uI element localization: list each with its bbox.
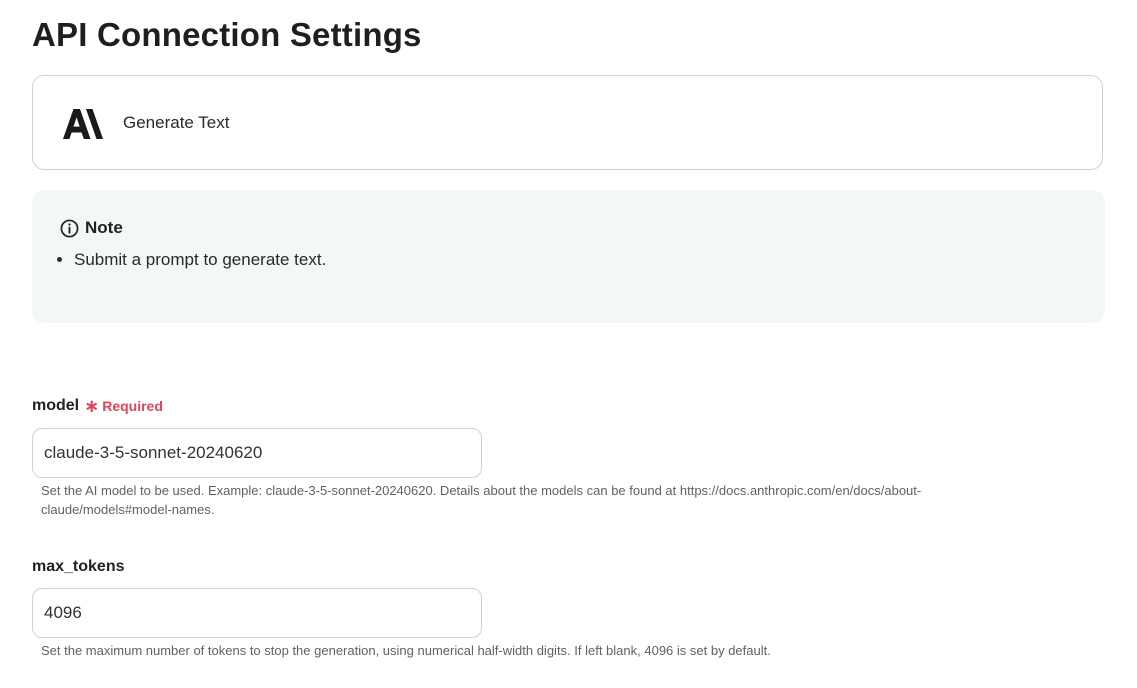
note-title: Note — [85, 218, 123, 237]
model-help-text: Set the AI model to be used. Example: cl… — [41, 483, 922, 517]
model-label: model ∗ Required — [32, 397, 163, 415]
max-tokens-label: max_tokens — [32, 558, 125, 576]
max-tokens-input[interactable] — [32, 588, 482, 638]
info-icon — [60, 219, 79, 237]
note-item: Submit a prompt to generate text. — [74, 250, 326, 270]
note-header: Note — [60, 218, 123, 238]
note-list: Submit a prompt to generate text. — [54, 250, 326, 270]
required-text: Required — [102, 398, 163, 414]
required-badge: ∗ Required — [84, 397, 163, 415]
action-label: Generate Text — [123, 113, 230, 132]
max-tokens-help-text: Set the maximum number of tokens to stop… — [41, 643, 771, 658]
page-title: API Connection Settings — [32, 16, 422, 53]
action-card[interactable]: Generate Text — [32, 75, 1103, 170]
model-input[interactable] — [32, 428, 482, 478]
max-tokens-label-text: max_tokens — [32, 558, 125, 575]
settings-page: API Connection Settings Generate Text No… — [0, 0, 1137, 688]
anthropic-logo-icon — [63, 109, 103, 139]
note-box: Note Submit a prompt to generate text. — [32, 190, 1105, 323]
required-asterisk-icon: ∗ — [84, 396, 100, 416]
model-label-text: model — [32, 397, 80, 414]
